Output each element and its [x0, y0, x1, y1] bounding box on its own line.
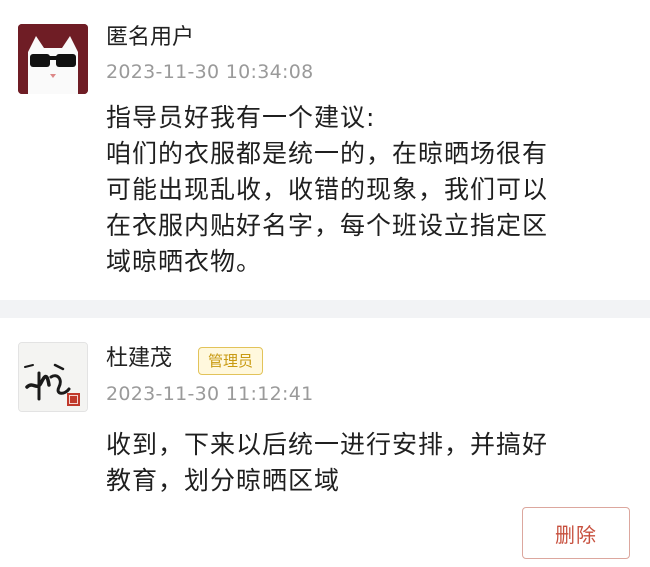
comment-item: 匿名用户 2023-11-30 10:34:08 指导员好我有一个建议: 咱们的… — [0, 0, 650, 300]
delete-button[interactable]: 删除 — [522, 507, 630, 559]
content-line: 可能出现乱收，收错的现象，我们可以 — [106, 175, 549, 204]
author-name: 匿名用户 — [106, 25, 195, 50]
comment-thread: 匿名用户 2023-11-30 10:34:08 指导员好我有一个建议: 咱们的… — [0, 0, 650, 567]
comment-timestamp: 2023-11-30 10:34:08 — [106, 61, 314, 83]
admin-badge: 管理员 — [198, 347, 264, 375]
content-line: 域晾晒衣物。 — [106, 247, 263, 276]
content-line: 咱们的衣服都是统一的，在晾晒场很有 — [106, 139, 549, 168]
avatar[interactable] — [18, 24, 88, 94]
cat-sunglasses-icon — [18, 24, 88, 94]
content-line: 在衣服内贴好名字，每个班设立指定区 — [106, 211, 549, 240]
content-line: 教育，划分晾晒区域 — [106, 466, 341, 495]
comment-content: 指导员好我有一个建议: 咱们的衣服都是统一的，在晾晒场很有 可能出现乱收，收错的… — [106, 100, 636, 280]
comment-item: 杜建茂 管理员 2023-11-30 11:12:41 收到，下来以后统一进行安… — [0, 318, 650, 567]
comment-timestamp: 2023-11-30 11:12:41 — [106, 383, 314, 405]
comment-content: 收到，下来以后统一进行安排，并搞好 教育，划分晾晒区域 — [106, 427, 636, 499]
avatar[interactable] — [18, 342, 88, 412]
author-name: 杜建茂 — [106, 346, 173, 371]
calligraphy-signature-icon — [19, 343, 87, 411]
content-line: 指导员好我有一个建议: — [106, 103, 376, 132]
section-divider — [0, 300, 650, 318]
content-line: 收到，下来以后统一进行安排，并搞好 — [106, 430, 549, 459]
